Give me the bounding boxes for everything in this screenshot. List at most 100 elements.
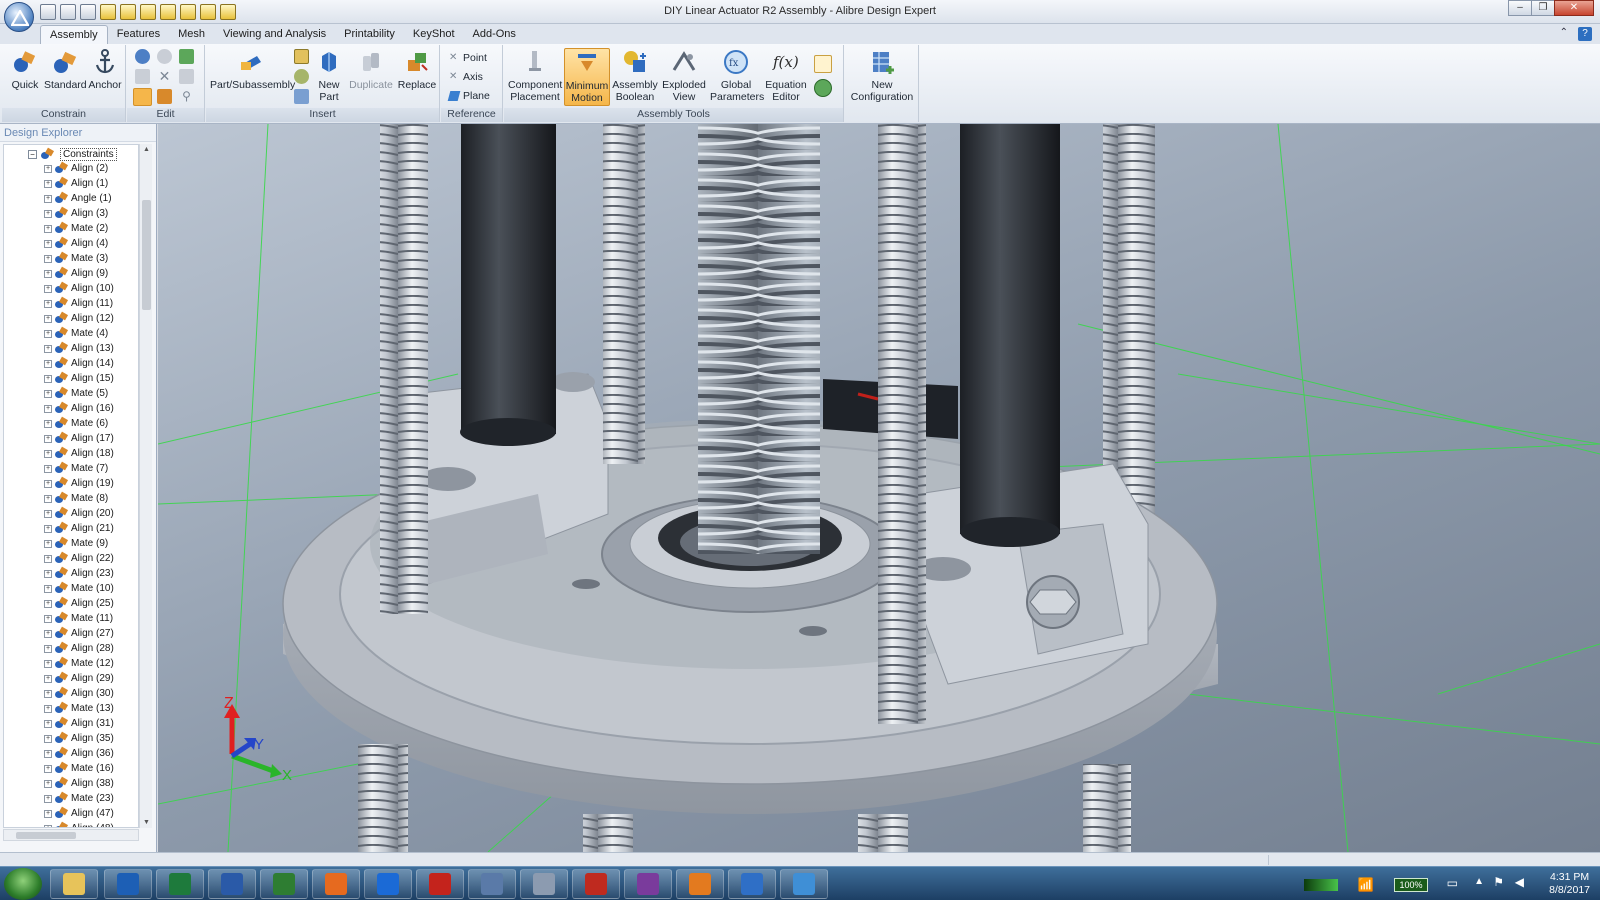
constraint-tree-item[interactable]: + Align (35) xyxy=(44,731,114,746)
point-button[interactable]: ✕ Point xyxy=(449,52,487,64)
measure-icon[interactable] xyxy=(814,55,832,73)
replace-button[interactable]: Replace xyxy=(396,48,438,91)
expand-icon[interactable]: + xyxy=(44,164,52,173)
constraint-tree-item[interactable]: + Align (15) xyxy=(44,371,114,386)
excel-icon[interactable] xyxy=(156,869,204,899)
expand-icon[interactable]: + xyxy=(44,554,52,563)
expand-icon[interactable]: + xyxy=(44,584,52,593)
firefox-icon[interactable] xyxy=(312,869,360,899)
gear-icon[interactable] xyxy=(294,69,309,84)
tree-vertical-scrollbar[interactable]: ▲ ▼ xyxy=(139,144,152,828)
constraint-tree-item[interactable]: + Mate (5) xyxy=(44,386,108,401)
expand-icon[interactable]: + xyxy=(44,719,52,728)
constraint-tree-item[interactable]: + Align (3) xyxy=(44,206,108,221)
tab-assembly[interactable]: Assembly xyxy=(40,25,108,44)
expand-icon[interactable]: + xyxy=(44,524,52,533)
constraint-tree-item[interactable]: + Align (38) xyxy=(44,776,114,791)
expand-icon[interactable]: + xyxy=(44,374,52,383)
lock-icon[interactable] xyxy=(157,89,172,104)
drag-icon[interactable] xyxy=(133,88,152,106)
tab-printability[interactable]: Printability xyxy=(335,25,404,44)
new-part-button[interactable]: New Part xyxy=(312,48,346,103)
minimum-motion-button[interactable]: Minimum Motion xyxy=(564,48,610,106)
battery-indicator[interactable]: 100% xyxy=(1394,878,1428,892)
constraint-tree-item[interactable]: + Align (29) xyxy=(44,671,114,686)
pattern-icon[interactable] xyxy=(294,49,309,64)
constraint-tree-item[interactable]: + Align (17) xyxy=(44,431,114,446)
new-configuration-button[interactable]: New Configuration xyxy=(849,48,915,103)
constraint-tree-item[interactable]: + Align (28) xyxy=(44,641,114,656)
expand-icon[interactable]: + xyxy=(44,689,52,698)
close-button[interactable]: ✕ xyxy=(1554,0,1594,16)
expand-icon[interactable]: + xyxy=(44,779,52,788)
constraint-tree-item[interactable]: + Align (47) xyxy=(44,806,114,821)
project-icon[interactable] xyxy=(260,869,308,899)
expand-icon[interactable]: + xyxy=(44,389,52,398)
constraint-tree-item[interactable]: + Align (4) xyxy=(44,236,108,251)
constraint-tree-item[interactable]: + Mate (4) xyxy=(44,326,108,341)
constraint-tree-item[interactable]: + Align (25) xyxy=(44,596,114,611)
expand-icon[interactable]: + xyxy=(44,329,52,338)
show-hidden-icons[interactable]: ▲ xyxy=(1474,876,1484,887)
constraint-tree-item[interactable]: + Align (12) xyxy=(44,311,114,326)
constraint-tree-item[interactable]: + Align (48) xyxy=(44,821,114,827)
expand-icon[interactable]: + xyxy=(44,359,52,368)
anchor-button[interactable]: Anchor xyxy=(86,48,124,91)
constraint-tree-item[interactable]: + Mate (23) xyxy=(44,791,114,806)
constraint-tree-item[interactable]: + Mate (3) xyxy=(44,251,108,266)
expand-icon[interactable]: + xyxy=(44,644,52,653)
constraint-tree-item[interactable]: + Align (10) xyxy=(44,281,114,296)
constraint-tree-item[interactable]: + Mate (7) xyxy=(44,461,108,476)
constraint-tree-item[interactable]: + Align (9) xyxy=(44,266,108,281)
expand-icon[interactable]: + xyxy=(44,824,52,827)
constraint-tree-item[interactable]: + Angle (1) xyxy=(44,191,112,206)
expand-icon[interactable]: + xyxy=(44,539,52,548)
scrollbar-thumb[interactable] xyxy=(16,832,76,839)
expand-icon[interactable]: + xyxy=(44,194,52,203)
constraint-tree-item[interactable]: + Align (27) xyxy=(44,626,114,641)
constraint-tree-item[interactable]: + Mate (12) xyxy=(44,656,114,671)
outlook-icon[interactable] xyxy=(104,869,152,899)
constraint-tree-item[interactable]: + Mate (6) xyxy=(44,416,108,431)
plane-button[interactable]: Plane xyxy=(447,90,490,102)
collapse-icon[interactable]: − xyxy=(28,149,37,159)
expand-icon[interactable]: + xyxy=(44,419,52,428)
filter-icon[interactable]: ⚲ xyxy=(179,89,194,104)
filezilla-icon[interactable] xyxy=(572,869,620,899)
expand-icon[interactable]: + xyxy=(44,299,52,308)
constraint-tree-item[interactable]: + Align (1) xyxy=(44,176,108,191)
expand-icon[interactable]: + xyxy=(44,239,52,248)
help-icon[interactable]: ? xyxy=(1578,27,1592,41)
onenote-icon[interactable] xyxy=(624,869,672,899)
constraint-tree-item[interactable]: + Mate (9) xyxy=(44,536,108,551)
constraint-tree-item[interactable]: + Align (19) xyxy=(44,476,114,491)
teamviewer-icon[interactable] xyxy=(364,869,412,899)
expand-icon[interactable]: + xyxy=(44,629,52,638)
expand-icon[interactable]: + xyxy=(44,734,52,743)
tree-root-constraints[interactable]: − Constraints xyxy=(28,147,117,161)
mirror-icon[interactable] xyxy=(179,69,194,84)
constraint-tree-item[interactable]: + Align (31) xyxy=(44,716,114,731)
expand-icon[interactable]: + xyxy=(44,254,52,263)
settings-icon[interactable] xyxy=(468,869,516,899)
expand-icon[interactable]: + xyxy=(44,569,52,578)
expand-icon[interactable]: + xyxy=(44,464,52,473)
acrobat-icon[interactable] xyxy=(416,869,464,899)
check-icon[interactable] xyxy=(179,49,194,64)
expand-icon[interactable]: + xyxy=(44,179,52,188)
expand-icon[interactable]: + xyxy=(44,314,52,323)
constraint-tree-item[interactable]: + Mate (13) xyxy=(44,701,114,716)
constraint-tree-item[interactable]: + Align (18) xyxy=(44,446,114,461)
battery-icon[interactable]: ▭ xyxy=(1447,876,1458,890)
flag-icon[interactable]: ⚑ xyxy=(1493,875,1504,889)
copy-icon[interactable] xyxy=(135,69,150,84)
standard-constrain-button[interactable]: Standard xyxy=(44,48,87,91)
expand-icon[interactable]: + xyxy=(44,809,52,818)
expand-icon[interactable]: + xyxy=(44,404,52,413)
application-menu-button[interactable] xyxy=(4,2,34,32)
expand-icon[interactable]: + xyxy=(44,674,52,683)
expand-icon[interactable]: + xyxy=(44,614,52,623)
constraint-tree-item[interactable]: + Align (21) xyxy=(44,521,114,536)
expand-icon[interactable]: + xyxy=(44,494,52,503)
expand-icon[interactable]: + xyxy=(44,209,52,218)
